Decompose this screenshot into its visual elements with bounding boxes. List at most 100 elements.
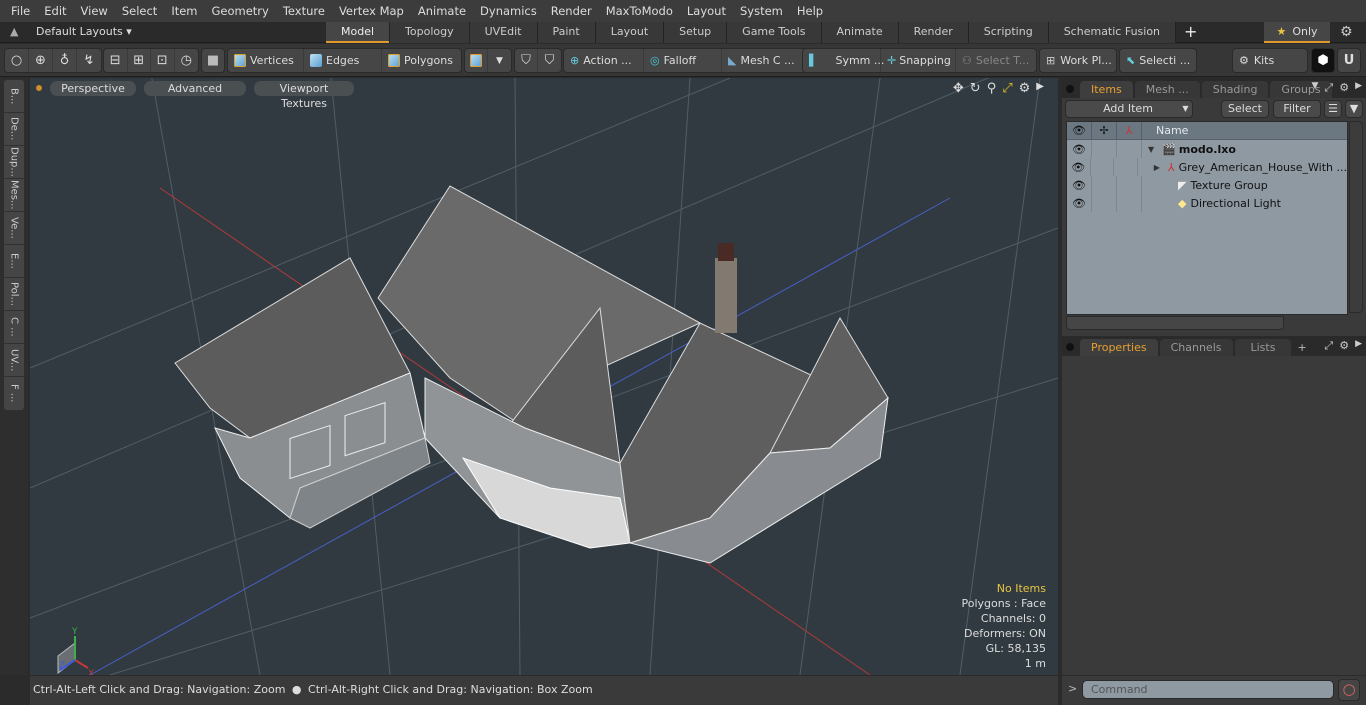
pivot-icon[interactable]: ⛉ (515, 49, 539, 72)
tab-shading[interactable]: Shading (1201, 81, 1269, 98)
tab-animate[interactable]: Animate (821, 22, 899, 43)
tab-properties[interactable]: Properties (1080, 339, 1158, 356)
kits-button[interactable]: ⚙ Kits (1233, 49, 1280, 72)
menu-help[interactable]: Help (790, 4, 830, 18)
strip-tab-vertex[interactable]: Ve... (4, 212, 24, 245)
viewport-textures-button[interactable]: Viewport Textures (254, 80, 354, 110)
menu-view[interactable]: View (74, 4, 115, 18)
tab-schematic-fusion[interactable]: Schematic Fusion (1048, 22, 1177, 43)
strip-tab-curve[interactable]: C ... (4, 311, 24, 344)
menu-geometry[interactable]: Geometry (205, 4, 276, 18)
unreal-icon[interactable]: U (1338, 49, 1360, 72)
gear-icon[interactable]: ⚙ (1019, 81, 1031, 96)
tab-channels[interactable]: Channels (1159, 339, 1233, 356)
material-mode-icon[interactable] (465, 49, 489, 72)
gear-icon[interactable]: ⚙ (1340, 24, 1353, 40)
command-history-button[interactable]: ○ (1338, 679, 1360, 701)
tree-row[interactable]: 👁 ◤ Texture Group (1067, 176, 1347, 194)
arrow-right-icon[interactable]: ▶ (1036, 81, 1044, 96)
menu-select[interactable]: Select (115, 4, 164, 18)
helmet-icon[interactable]: ⬢ (1312, 49, 1334, 72)
gear-icon[interactable]: ⚙ (1339, 339, 1349, 353)
expand-icon[interactable]: ⤢ (1324, 81, 1333, 95)
zoom-icon[interactable]: ⚲ (987, 81, 997, 96)
tree-horizontal-scrollbar[interactable] (1066, 316, 1284, 330)
advanced-shading-button[interactable]: Advanced (144, 80, 246, 96)
menu-texture[interactable]: Texture (276, 4, 332, 18)
vertices-button[interactable]: Vertices (228, 49, 304, 72)
3d-viewport[interactable]: Y X Z Perspective Advanced Viewport Text… (30, 78, 1058, 675)
panel-options-dot[interactable] (1066, 85, 1074, 93)
visibility-column-icon[interactable]: 👁 (1067, 122, 1092, 139)
command-input[interactable]: Command (1082, 680, 1334, 699)
tab-lists[interactable]: Lists (1234, 339, 1292, 356)
selection-sets-button[interactable]: ⬉ Selecti ... (1120, 49, 1196, 72)
tab-setup[interactable]: Setup (664, 22, 728, 43)
select-through-button[interactable]: ⚇ Select T... (956, 49, 1035, 72)
viewport-scene[interactable]: Y X Z (30, 78, 1058, 675)
add-item-dropdown[interactable]: ▼ (1179, 100, 1193, 118)
menu-dynamics[interactable]: Dynamics (473, 4, 544, 18)
eye-icon[interactable]: 👁 (1067, 140, 1092, 158)
align-icon[interactable]: ⊟ (104, 49, 128, 72)
layouts-dropdown[interactable]: ▲ Default Layouts ▾ (10, 25, 132, 38)
chevron-down-icon[interactable]: ▼ (488, 49, 511, 72)
maximize-icon[interactable]: ⤢ (1002, 81, 1012, 96)
circle-select-icon[interactable]: ○ (5, 49, 29, 72)
tab-paint[interactable]: Paint (537, 22, 596, 43)
select-button[interactable]: Select (1221, 100, 1269, 118)
work-plane-button[interactable]: ⊞ Work Pl... (1040, 49, 1118, 72)
strip-tab-basic[interactable]: B... (4, 80, 24, 113)
tab-render[interactable]: Render (898, 22, 969, 43)
strip-tab-uv[interactable]: UV... (4, 344, 24, 377)
mesh-constraints-button[interactable]: ◣ Mesh C ... (722, 49, 801, 72)
tab-items[interactable]: Items (1080, 81, 1133, 98)
tree-vertical-scrollbar[interactable] (1349, 121, 1363, 313)
tab-topology[interactable]: Topology (390, 22, 470, 43)
filter-button[interactable]: Filter (1273, 100, 1321, 118)
pen-icon[interactable]: ♁ (53, 49, 77, 72)
menu-system[interactable]: System (733, 4, 790, 18)
falloff-button[interactable]: ◎ Falloff (644, 49, 722, 72)
expand-triangle-icon[interactable]: ▶ (1154, 163, 1160, 172)
add-tab-icon[interactable]: + (1176, 22, 1205, 43)
move-icon[interactable]: ✥ (953, 81, 964, 96)
frame-icon[interactable]: ⊡ (151, 49, 175, 72)
symmetry-button[interactable]: ▌ Symm ... (803, 49, 884, 72)
tab-mesh-ops[interactable]: Mesh ... (1134, 81, 1200, 98)
name-column-header[interactable]: Name (1142, 122, 1188, 139)
menu-layout[interactable]: Layout (680, 4, 733, 18)
strip-tab-fusion[interactable]: F ... (4, 377, 24, 410)
tab-model[interactable]: Model (326, 22, 391, 43)
center-icon[interactable]: ⛉ (538, 49, 561, 72)
cross-grid-icon[interactable]: ⊞ (128, 49, 151, 72)
strip-tab-duplicate[interactable]: Dup... (4, 146, 24, 179)
add-tab-icon[interactable]: + (1297, 339, 1306, 356)
strip-tab-deform[interactable]: De... (4, 113, 24, 146)
strip-tab-polygon[interactable]: Pol... (4, 278, 24, 311)
eye-icon[interactable]: 👁 (1067, 158, 1091, 176)
list-options-icon[interactable]: ☰ (1324, 100, 1342, 118)
tab-scripting[interactable]: Scripting (968, 22, 1049, 43)
tab-game-tools[interactable]: Game Tools (727, 22, 822, 43)
edges-button[interactable]: Edges (304, 49, 382, 72)
lasso-icon[interactable]: ↯ (77, 49, 101, 72)
snapping-button[interactable]: ✛ Snapping (881, 49, 956, 72)
globe-icon[interactable]: ⊕ (29, 49, 53, 72)
menu-render[interactable]: Render (544, 4, 599, 18)
action-center-button[interactable]: ⊕ Action ... (564, 49, 644, 72)
lock-column-icon[interactable]: ✢ (1092, 122, 1117, 139)
funnel-icon[interactable]: ▼ (1345, 100, 1363, 118)
panel-options-dot[interactable] (1066, 343, 1074, 351)
locator-column-icon[interactable]: ⅄ (1117, 122, 1142, 139)
viewport-options-dot[interactable] (36, 85, 42, 91)
gear-icon[interactable]: ⚙ (1339, 81, 1349, 95)
chevron-down-icon[interactable]: ▼ (1311, 81, 1318, 95)
tree-row[interactable]: 👁 ▶ ⅄ Grey_American_House_With ... (1067, 158, 1347, 176)
collapse-triangle-icon[interactable]: ▼ (1148, 145, 1154, 154)
collapse-up-icon[interactable]: ▲ (10, 25, 18, 38)
perspective-button[interactable]: Perspective (50, 80, 136, 96)
eye-icon[interactable]: 👁 (1067, 194, 1092, 212)
strip-tab-edge[interactable]: E... (4, 245, 24, 278)
menu-maxtomodo[interactable]: MaxToModo (599, 4, 680, 18)
